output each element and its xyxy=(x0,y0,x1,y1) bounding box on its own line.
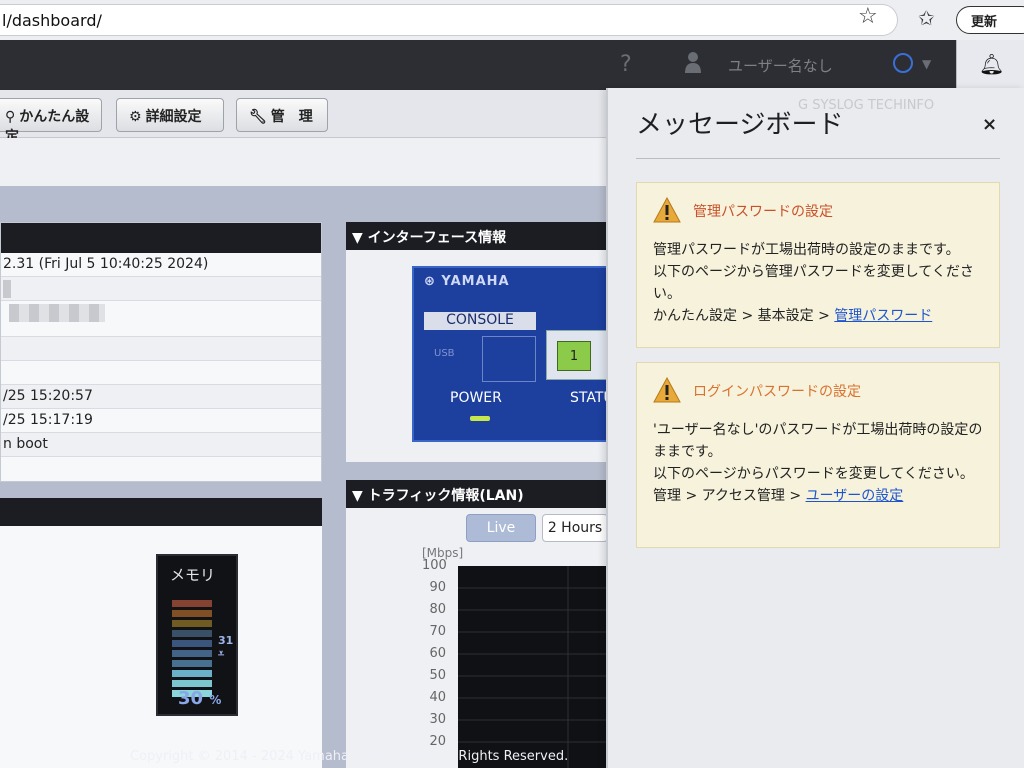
admin-password-link[interactable]: 管理パスワード xyxy=(834,308,932,324)
y-tick: 30 xyxy=(429,712,446,727)
live-button[interactable]: Live xyxy=(466,514,536,542)
system-info-header xyxy=(1,223,321,253)
two-hours-button[interactable]: 2 Hours xyxy=(542,514,608,542)
memory-bar-segment xyxy=(172,610,212,617)
divider xyxy=(636,158,1000,159)
browser-update-button[interactable]: 更新 xyxy=(956,6,1024,34)
status-circle-icon[interactable] xyxy=(893,53,913,73)
resource-panel: メモリ 31 ⩡ 30 % xyxy=(0,498,322,768)
easy-setup-button[interactable]: ⚲ かんたん設定 xyxy=(0,98,102,145)
message-text: 'ユーザー名なし'のパスワードが工場出荷時の設定のままです。 xyxy=(653,422,983,460)
interface-title: インターフェース情報 xyxy=(367,230,507,246)
bell-icon: 🔔︎ xyxy=(979,52,1005,76)
address-bar[interactable]: l/dashboard/ xyxy=(0,4,898,36)
traffic-chart xyxy=(458,566,608,768)
interface-header[interactable]: ▼ インターフェース情報 xyxy=(346,222,608,250)
message-text: 以下のページからパスワードを変更してください。 xyxy=(653,466,974,482)
usb-label: USB xyxy=(434,348,455,359)
notification-button[interactable]: 🔔︎ xyxy=(956,40,1024,90)
system-info-row xyxy=(1,337,321,361)
message-title: ログインパスワードの設定 xyxy=(693,384,861,400)
favorites-icon[interactable]: ✩ xyxy=(918,6,935,30)
console-label: CONSOLE xyxy=(424,312,536,330)
power-led xyxy=(470,416,490,421)
bookmark-star-icon[interactable]: ☆ xyxy=(858,4,878,29)
traffic-panel: ▼ トラフィック情報(LAN) Live 2 Hours [Mbps] 100 … xyxy=(346,480,608,768)
y-tick: 70 xyxy=(429,624,446,639)
system-info-row xyxy=(1,277,321,301)
interface-panel: ▼ インターフェース情報 ⊛ YAMAHA CONSOLE USB 1 POWE… xyxy=(346,222,614,462)
y-tick: 100 xyxy=(422,558,447,573)
message-board-title: メッセージボード xyxy=(636,110,844,140)
memory-bar-segment xyxy=(172,650,212,657)
y-tick: 90 xyxy=(429,580,446,595)
router-front-panel: ⊛ YAMAHA CONSOLE USB 1 POWER STATU xyxy=(412,266,614,442)
y-tick: 60 xyxy=(429,646,446,661)
memory-bar-segment xyxy=(172,640,212,647)
message-path: 管理 > アクセス管理 > ユーザーの設定 xyxy=(653,488,904,504)
manage-button[interactable]: 🔧︎ 管 理 xyxy=(236,98,328,132)
chevron-down-icon[interactable]: ▼ xyxy=(922,57,931,71)
url-text: l/dashboard/ xyxy=(2,11,102,30)
close-icon[interactable]: × xyxy=(982,114,997,135)
memory-marker: 31 ⩡ xyxy=(218,634,234,660)
system-info-row: 2.31 (Fri Jul 5 10:40:25 2024) xyxy=(1,253,321,277)
system-info-row: /25 15:20:57 xyxy=(1,385,321,409)
wrench-icon: 🔧︎ xyxy=(249,109,267,125)
memory-percent: 30 % xyxy=(178,688,222,709)
message-body: 管理パスワードが工場出荷時の設定のままです。 以下のページから管理パスワードを変… xyxy=(653,239,989,327)
magnifier-icon: ⚲ xyxy=(5,109,16,125)
lan-port-1[interactable]: 1 xyxy=(546,330,608,380)
system-info-panel: 2.31 (Fri Jul 5 10:40:25 2024) /25 15:20… xyxy=(0,222,322,482)
system-info-row: /25 15:17:19 xyxy=(1,409,321,433)
memory-gauge: メモリ 31 ⩡ 30 % xyxy=(156,554,238,716)
manage-label: 管 理 xyxy=(270,109,313,125)
system-info-row xyxy=(1,361,321,385)
message-text: 以下のページから管理パスワードを変更してください。 xyxy=(653,264,974,302)
memory-bar-segment xyxy=(172,630,212,637)
help-icon[interactable]: ? xyxy=(620,52,632,77)
warning-icon xyxy=(653,377,681,403)
power-label: POWER xyxy=(450,390,502,406)
user-settings-link[interactable]: ユーザーの設定 xyxy=(806,488,904,504)
system-info-row xyxy=(1,301,321,337)
console-port xyxy=(482,336,536,382)
y-tick: 20 xyxy=(429,734,446,749)
lan-port-label: 1 xyxy=(557,341,591,371)
system-info-row: n boot xyxy=(1,433,321,457)
message-title: 管理パスワードの設定 xyxy=(693,204,833,220)
copyright-footer: Copyright © 2014 - 2024 Yamaha Corporati… xyxy=(130,749,569,764)
app-header: ? ユーザー名なし ▼ 🔔︎ xyxy=(0,40,1024,90)
message-text: 管理パスワードが工場出荷時の設定のままです。 xyxy=(653,242,960,258)
gear-icon: ⚙ xyxy=(129,109,142,125)
resource-header xyxy=(0,498,322,526)
memory-bar-segment xyxy=(172,660,212,667)
memory-bar-segment xyxy=(172,620,212,627)
user-name-label[interactable]: ユーザー名なし xyxy=(728,55,833,76)
yamaha-logo: ⊛ YAMAHA xyxy=(424,274,510,289)
y-tick: 50 xyxy=(429,668,446,683)
detail-setup-button[interactable]: ⚙ 詳細設定 xyxy=(116,98,224,132)
traffic-title: トラフィック情報(LAN) xyxy=(367,488,524,504)
memory-bar-segment xyxy=(172,670,212,677)
traffic-header[interactable]: ▼ トラフィック情報(LAN) xyxy=(346,480,608,508)
y-tick: 80 xyxy=(429,602,446,617)
memory-label: メモリ xyxy=(170,566,216,584)
user-icon xyxy=(685,52,701,73)
redacted-value xyxy=(9,304,105,322)
memory-bar-segment xyxy=(172,680,212,687)
detail-setup-label: 詳細設定 xyxy=(145,109,202,125)
memory-bar-segment xyxy=(172,600,212,607)
message-path: かんたん設定 > 基本設定 > 管理パスワード xyxy=(653,308,933,324)
message-board-panel: G SYSLOG TECHINFO メッセージボード × 管理パスワードの設定 … xyxy=(606,88,1024,768)
message-card: ログインパスワードの設定 'ユーザー名なし'のパスワードが工場出荷時の設定のまま… xyxy=(636,362,1000,548)
message-body: 'ユーザー名なし'のパスワードが工場出荷時の設定のままです。 以下のページからパ… xyxy=(653,419,989,507)
redacted-value xyxy=(3,280,11,298)
y-tick: 40 xyxy=(429,690,446,705)
warning-icon xyxy=(653,197,681,223)
message-card: 管理パスワードの設定 管理パスワードが工場出荷時の設定のままです。 以下のページ… xyxy=(636,182,1000,348)
browser-toolbar: l/dashboard/ ☆ ✩ 更新 xyxy=(0,0,1024,40)
memory-bars xyxy=(172,600,212,700)
